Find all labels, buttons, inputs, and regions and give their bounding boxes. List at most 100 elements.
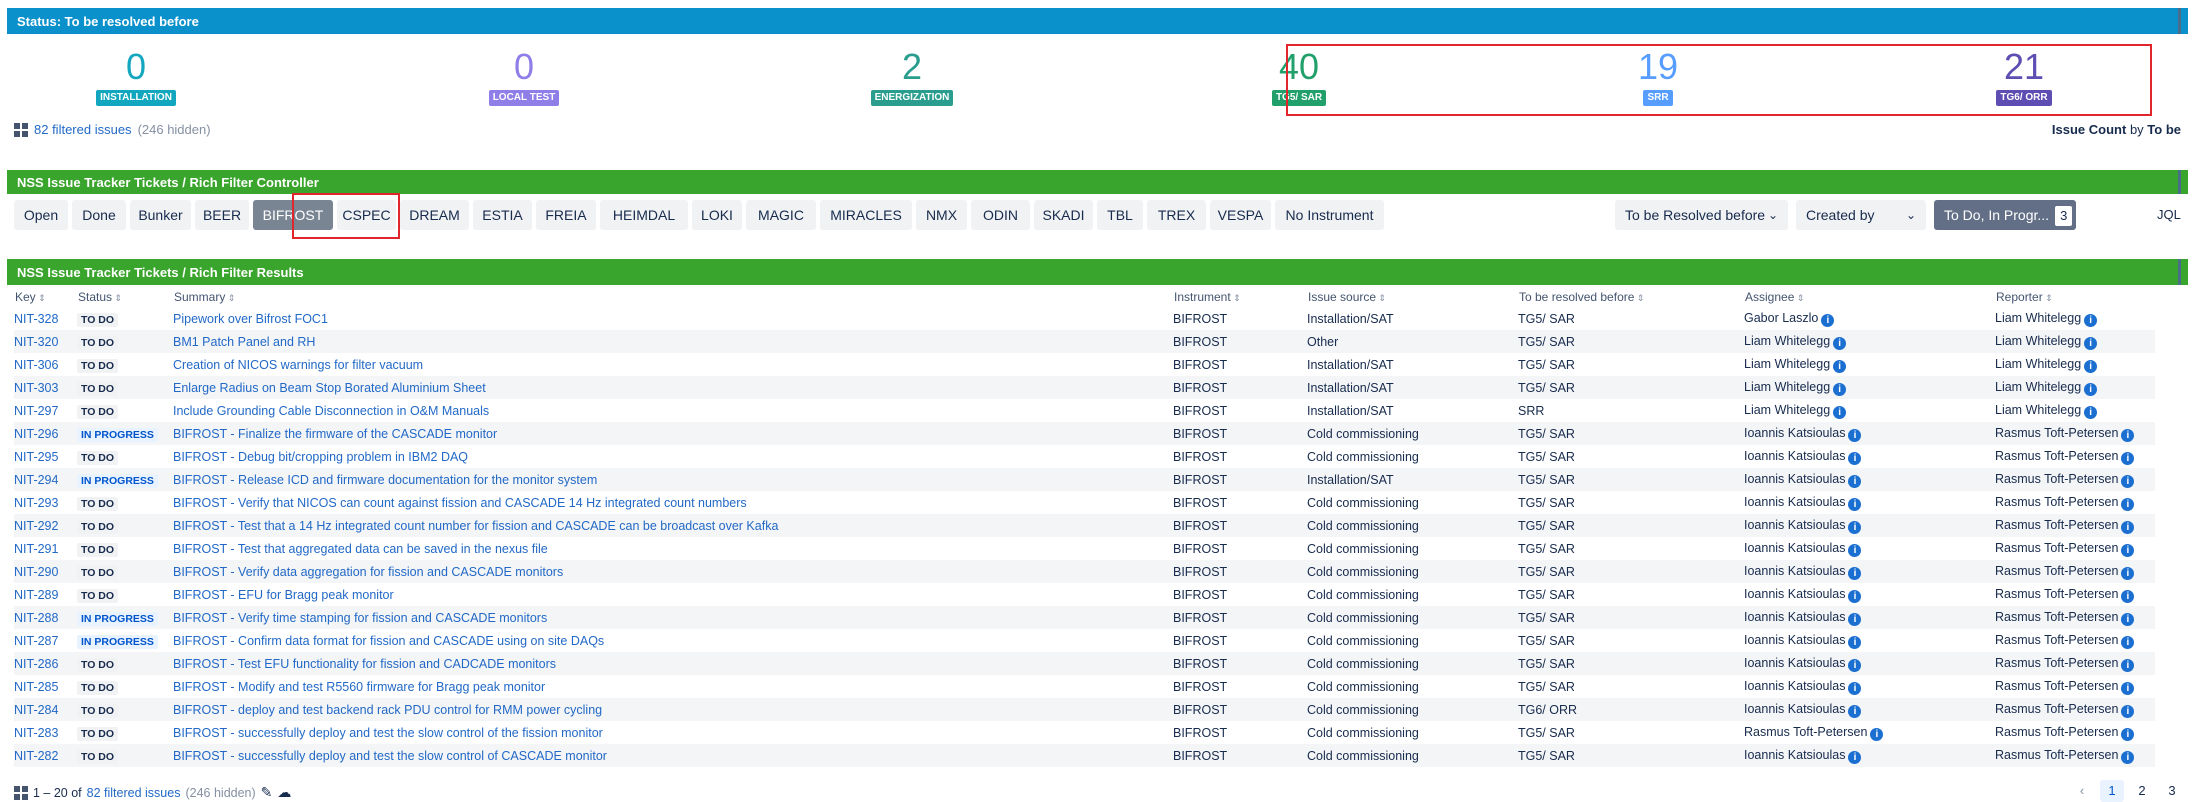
info-icon[interactable]: i — [1848, 451, 1862, 465]
dropdown-created-by[interactable]: Created by ⌄ — [1796, 200, 1926, 230]
info-icon[interactable]: i — [1848, 704, 1862, 718]
filter-button-magic[interactable]: MAGIC — [746, 200, 816, 230]
issue-key-link[interactable]: NIT-328 — [14, 312, 58, 326]
info-icon[interactable]: i — [2121, 520, 2135, 534]
info-icon[interactable]: i — [1848, 428, 1862, 442]
footer-filtered-link[interactable]: 82 filtered issues — [87, 786, 181, 800]
issue-key-link[interactable]: NIT-282 — [14, 749, 58, 763]
summary-link[interactable]: BIFROST - EFU for Bragg peak monitor — [173, 588, 394, 602]
info-icon[interactable]: i — [2121, 704, 2135, 718]
filter-button-heimdal[interactable]: HEIMDAL — [600, 200, 688, 230]
info-icon[interactable]: i — [1848, 681, 1862, 695]
info-icon[interactable]: i — [1848, 589, 1862, 603]
info-icon[interactable]: i — [1870, 727, 1884, 741]
summary-link[interactable]: BIFROST - Finalize the firmware of the C… — [173, 427, 497, 441]
status-counter[interactable]: 2 ENERGIZATION — [837, 47, 987, 106]
table-row[interactable]: NIT-291 TO DO BIFROST - Test that aggregat… — [14, 537, 2155, 560]
edit-icon[interactable]: ✎ — [261, 784, 273, 801]
summary-link[interactable]: Include Grounding Cable Disconnection in… — [173, 404, 489, 418]
issue-key-link[interactable]: NIT-294 — [14, 473, 58, 487]
info-icon[interactable]: i — [1848, 474, 1862, 488]
info-icon[interactable]: i — [1833, 382, 1847, 396]
filter-button-done[interactable]: Done — [72, 200, 126, 230]
table-row[interactable]: NIT-306 TO DO Creation of NICOS warnings f… — [14, 353, 2155, 376]
page-number[interactable]: 1 — [2100, 780, 2124, 802]
issue-key-link[interactable]: NIT-295 — [14, 450, 58, 464]
column-header[interactable]: Assignee ⇕ — [1744, 287, 1995, 307]
issue-key-link[interactable]: NIT-291 — [14, 542, 58, 556]
info-icon[interactable]: i — [2121, 750, 2135, 764]
status-counter[interactable]: 0 INSTALLATION — [61, 47, 211, 106]
status-counter[interactable]: 0 LOCAL TEST — [449, 47, 599, 106]
info-icon[interactable]: i — [1848, 750, 1862, 764]
info-icon[interactable]: i — [2121, 658, 2135, 672]
info-icon[interactable]: i — [2121, 474, 2135, 488]
table-row[interactable]: NIT-296 IN PROGRESS BIFROST - Finalize the… — [14, 422, 2155, 445]
filter-button-bunker[interactable]: Bunker — [130, 200, 191, 230]
summary-link[interactable]: BIFROST - deploy and test backend rack P… — [173, 703, 602, 717]
table-row[interactable]: NIT-282 TO DO BIFROST - successfully deplo… — [14, 744, 2155, 767]
summary-link[interactable]: Pipework over Bifrost FOC1 — [173, 312, 328, 326]
status-filter-dropdown[interactable]: To Do, In Progr... 3 — [1934, 200, 2076, 230]
column-header[interactable]: Issue source ⇕ — [1307, 287, 1518, 307]
issue-key-link[interactable]: NIT-296 — [14, 427, 58, 441]
info-icon[interactable]: i — [1848, 520, 1862, 534]
info-icon[interactable]: i — [1848, 635, 1862, 649]
table-row[interactable]: NIT-285 TO DO BIFROST - Modify and test R5… — [14, 675, 2155, 698]
issue-key-link[interactable]: NIT-286 — [14, 657, 58, 671]
table-row[interactable]: NIT-292 TO DO BIFROST - Test that a 14 Hz … — [14, 514, 2155, 537]
info-icon[interactable]: i — [2084, 336, 2098, 350]
info-icon[interactable]: i — [1848, 497, 1862, 511]
column-header[interactable]: To be resolved before ⇕ — [1518, 287, 1744, 307]
summary-link[interactable]: BIFROST - Debug bit/cropping problem in … — [173, 450, 468, 464]
table-row[interactable]: NIT-290 TO DO BIFROST - Verify data aggreg… — [14, 560, 2155, 583]
info-icon[interactable]: i — [2121, 727, 2135, 741]
column-header[interactable]: Key ⇕ — [14, 287, 77, 307]
summary-link[interactable]: BIFROST - Test that a 14 Hz integrated c… — [173, 519, 778, 533]
info-icon[interactable]: i — [2121, 451, 2135, 465]
column-header[interactable]: Instrument ⇕ — [1173, 287, 1307, 307]
info-icon[interactable]: i — [1848, 566, 1862, 580]
issue-key-link[interactable]: NIT-283 — [14, 726, 58, 740]
table-row[interactable]: NIT-293 TO DO BIFROST - Verify that NICOS … — [14, 491, 2155, 514]
filter-button-beer[interactable]: BEER — [195, 200, 249, 230]
issue-key-link[interactable]: NIT-289 — [14, 588, 58, 602]
summary-link[interactable]: BIFROST - Test that aggregated data can … — [173, 542, 548, 556]
info-icon[interactable]: i — [2121, 566, 2135, 580]
filter-button-estia[interactable]: ESTIA — [473, 200, 532, 230]
table-row[interactable]: NIT-287 IN PROGRESS BIFROST - Confirm data… — [14, 629, 2155, 652]
summary-link[interactable]: BIFROST - successfully deploy and test t… — [173, 749, 607, 763]
filter-button-freia[interactable]: FREIA — [536, 200, 596, 230]
issue-key-link[interactable]: NIT-303 — [14, 381, 58, 395]
column-header[interactable]: Reporter ⇕ — [1995, 287, 2155, 307]
info-icon[interactable]: i — [2084, 359, 2098, 373]
summary-link[interactable]: BIFROST - successfully deploy and test t… — [173, 726, 603, 740]
dropdown-resolved-before[interactable]: To be Resolved before ⌄ — [1615, 200, 1788, 230]
cloud-download-icon[interactable]: ☁ — [277, 784, 291, 801]
info-icon[interactable]: i — [1833, 336, 1847, 350]
filter-button-skadi[interactable]: SKADI — [1034, 200, 1093, 230]
summary-link[interactable]: BIFROST - Verify time stamping for fissi… — [173, 611, 547, 625]
issue-key-link[interactable]: NIT-284 — [14, 703, 58, 717]
info-icon[interactable]: i — [2121, 428, 2135, 442]
summary-link[interactable]: BIFROST - Modify and test R5560 firmware… — [173, 680, 545, 694]
filter-button-miracles[interactable]: MIRACLES — [820, 200, 912, 230]
info-icon[interactable]: i — [1848, 658, 1862, 672]
page-number[interactable]: 2 — [2130, 780, 2154, 802]
info-icon[interactable]: i — [2121, 497, 2135, 511]
summary-link[interactable]: BIFROST - Verify that NICOS can count ag… — [173, 496, 747, 510]
filter-button-trex[interactable]: TREX — [1147, 200, 1206, 230]
filter-button-odin[interactable]: ODIN — [971, 200, 1030, 230]
info-icon[interactable]: i — [2084, 313, 2098, 327]
filter-button-vespa[interactable]: VESPA — [1210, 200, 1271, 230]
table-row[interactable]: NIT-295 TO DO BIFROST - Debug bit/cropping… — [14, 445, 2155, 468]
issue-key-link[interactable]: NIT-297 — [14, 404, 58, 418]
table-row[interactable]: NIT-286 TO DO BIFROST - Test EFU functiona… — [14, 652, 2155, 675]
filtered-issues-link[interactable]: 82 filtered issues — [34, 122, 132, 137]
info-icon[interactable]: i — [2121, 589, 2135, 603]
table-row[interactable]: NIT-294 IN PROGRESS BIFROST - Release ICD … — [14, 468, 2155, 491]
table-row[interactable]: NIT-289 TO DO BIFROST - EFU for Bragg peak… — [14, 583, 2155, 606]
summary-link[interactable]: Creation of NICOS warnings for filter va… — [173, 358, 423, 372]
table-row[interactable]: NIT-297 TO DO Include Grounding Cable Disc… — [14, 399, 2155, 422]
page-number[interactable]: 3 — [2160, 780, 2184, 802]
